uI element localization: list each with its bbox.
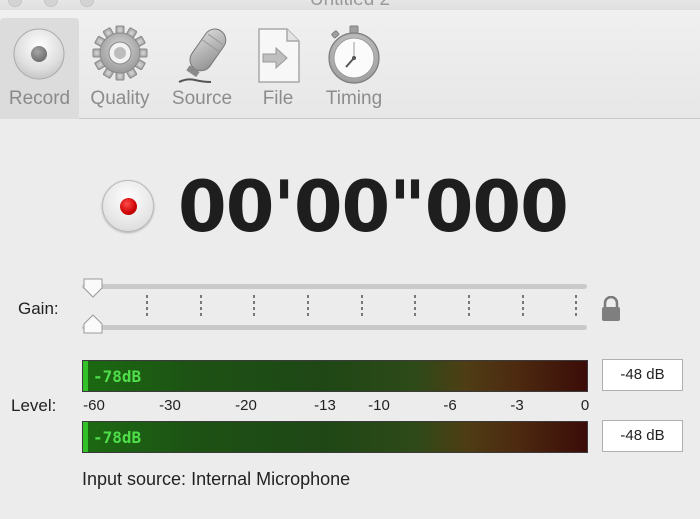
tab-record[interactable]: Record	[0, 18, 79, 119]
gain-tick	[468, 295, 470, 317]
gain-tick	[575, 295, 577, 317]
tab-record-label: Record	[8, 88, 71, 109]
gain-label: Gain:	[18, 299, 59, 318]
gain-tick	[414, 295, 416, 317]
tab-file[interactable]: File	[249, 18, 307, 119]
toolbar: Record Quality Source File Timing	[0, 10, 700, 119]
gain-tick	[200, 295, 202, 317]
level-meter-value: -78dB	[93, 367, 142, 386]
window-title: Untitled 2	[0, 0, 700, 10]
elapsed-time-display: 00'00"000	[178, 166, 569, 248]
tab-quality-label: Quality	[90, 88, 150, 109]
record-dot-icon	[120, 198, 137, 215]
tab-file-label: File	[262, 88, 294, 109]
peak-db-box-left[interactable]: -48 dB	[602, 359, 683, 391]
gain-tick	[307, 295, 309, 317]
tab-source[interactable]: Source	[165, 18, 239, 119]
tab-quality[interactable]: Quality	[82, 18, 158, 119]
level-meter-left: -78dB	[82, 360, 588, 392]
input-source-text: Input source: Internal Microphone	[82, 469, 351, 489]
peak-db-box-right[interactable]: -48 dB	[602, 420, 683, 452]
gain-slider-track-bottom[interactable]	[82, 325, 587, 330]
lock-icon[interactable]	[600, 295, 622, 322]
tab-timing[interactable]: Timing	[318, 18, 390, 119]
gain-tick	[522, 295, 524, 317]
level-meter-value: -78dB	[93, 428, 142, 447]
level-scale-label: -20	[235, 397, 257, 414]
level-scale-label: 0	[580, 397, 590, 414]
title-bar: Untitled 2	[0, 0, 700, 10]
level-scale-label: -13	[314, 397, 336, 414]
record-icon	[0, 24, 79, 88]
level-scale-label: -60	[83, 397, 105, 414]
level-meter-peak	[83, 361, 88, 391]
gain-slider-thumb-bottom[interactable]	[82, 313, 104, 335]
level-label: Level:	[11, 396, 57, 415]
level-scale-label: -30	[159, 397, 181, 414]
gain-slider-track-top[interactable]	[82, 284, 587, 289]
gain-slider-thumb-top[interactable]	[82, 277, 104, 299]
level-scale-label: -10	[368, 397, 390, 414]
gain-tick	[361, 295, 363, 317]
gear-icon	[82, 24, 158, 88]
level-meter-peak	[83, 422, 88, 452]
stopwatch-icon	[318, 24, 390, 88]
level-scale-label: -6	[443, 397, 457, 414]
tab-timing-label: Timing	[325, 88, 383, 109]
level-scale-label: -3	[510, 397, 524, 414]
gain-tick	[146, 295, 148, 317]
record-button[interactable]	[102, 180, 154, 232]
tab-source-label: Source	[171, 88, 233, 109]
level-meter-right: -78dB	[82, 421, 588, 453]
microphone-icon	[165, 24, 239, 88]
file-icon	[249, 24, 307, 88]
gain-tick	[253, 295, 255, 317]
